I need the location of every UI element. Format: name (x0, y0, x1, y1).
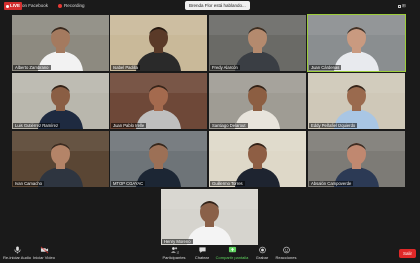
participant-video (161, 189, 258, 245)
record-button[interactable]: Grabar (254, 246, 270, 262)
video-tile-ivan-camacho[interactable]: Ivan Camacho (12, 131, 109, 187)
audio-button[interactable]: Re-iniciar Audio (3, 246, 32, 262)
share-screen-label: Compartir pantalla (215, 255, 249, 260)
video-tile-luis-gutierrez-ramirez[interactable]: Luis Gutiérrez Ramírez (12, 73, 109, 129)
participants-button-label: Participantes (162, 255, 186, 260)
participant-video (12, 131, 109, 187)
chat-button-label: Chatear (194, 255, 210, 260)
video-tile-fredy-alarcon[interactable]: Fredy Alarcón (209, 15, 306, 71)
audio-button-label: Re-iniciar Audio (3, 255, 32, 260)
participant-name: Juan Cárdenas (309, 65, 342, 70)
leave-meeting-button[interactable]: Salir (399, 249, 416, 258)
share-screen-button[interactable]: Compartir pantalla (215, 246, 249, 262)
participant-count: 13 (176, 251, 179, 254)
video-tile-henry-moreno[interactable]: Henry Moreno (161, 189, 258, 245)
participant-video (110, 131, 207, 187)
participant-video (209, 73, 306, 129)
meeting-controls-bar: Re-iniciar Audio Iniciar Video 13 Partic… (0, 245, 420, 263)
participant-video (110, 73, 207, 129)
record-button-label: Grabar (255, 255, 269, 260)
microphone-icon (14, 246, 20, 254)
smiley-reaction-icon (282, 246, 290, 254)
gallery-view-toggle[interactable]: ⊞ (398, 2, 414, 10)
chat-button[interactable]: Chatear (193, 246, 211, 262)
recording-dot-icon (58, 3, 62, 8)
participant-video (12, 15, 109, 71)
video-tile-mtop-cgayac[interactable]: MTOP CGAYAC (110, 131, 207, 187)
participant-video (308, 15, 405, 71)
participant-name: Juan Pablo Irelle (111, 123, 147, 128)
participant-name: Luis Gutiérrez Ramírez (13, 123, 61, 128)
meeting-top-bar: LIVE on Facebook Recording Brenda Flor e… (0, 0, 420, 12)
recording-indicator[interactable]: Recording (58, 3, 85, 8)
video-button[interactable]: Iniciar Video (32, 246, 56, 262)
participant-video (209, 15, 306, 71)
participant-name: MTOP CGAYAC (111, 181, 146, 186)
video-tile-isabel-padilla[interactable]: Isabel Padilla (110, 15, 207, 71)
active-speaker-banner: Brenda Flor está hablando... (185, 1, 250, 10)
participant-name: Eddy Peñafiel Izquierdo (309, 123, 358, 128)
video-tile-alberto-zambrano[interactable]: Alberto Zambrano (12, 15, 109, 71)
participant-name: Absalón Campoverde (309, 181, 354, 186)
video-tile-guillermo-torres[interactable]: Guillermo Torres (209, 131, 306, 187)
reactions-button[interactable]: Reacciones (275, 246, 297, 262)
video-tile-eddy-penafiel-izquierdo[interactable]: Eddy Peñafiel Izquierdo (308, 73, 405, 129)
video-tile-santiago-delarout[interactable]: Santiago Delarout (209, 73, 306, 129)
video-tile-absalon-campoverde[interactable]: Absalón Campoverde (308, 131, 405, 187)
live-badge[interactable]: LIVE (4, 2, 23, 10)
reactions-button-label: Reacciones (275, 255, 297, 260)
video-button-label: Iniciar Video (33, 255, 55, 260)
participant-name: Isabel Padilla (111, 65, 140, 70)
participants-button[interactable]: 13 Participantes (161, 246, 187, 262)
view-label: ⊞ (402, 3, 406, 8)
share-screen-icon (228, 246, 236, 253)
chat-bubble-icon (198, 247, 206, 253)
participant-name: Santiago Delarout (210, 123, 248, 128)
recording-label: Recording (64, 3, 85, 8)
participant-video (209, 131, 306, 187)
participant-name: Ivan Camacho (13, 181, 44, 186)
video-camera-off-icon (40, 246, 48, 254)
live-label: LIVE (10, 3, 21, 8)
video-tile-juan-cardenas[interactable]: Juan Cárdenas (307, 14, 406, 72)
participant-name: Guillermo Torres (210, 181, 245, 186)
participant-name: Henry Moreno (162, 239, 193, 244)
participant-video (308, 73, 405, 129)
live-dot-icon (6, 4, 9, 8)
grid-view-icon (398, 4, 401, 8)
record-icon (258, 246, 266, 254)
facebook-stream-label: on Facebook (22, 3, 49, 8)
participant-video (110, 15, 207, 71)
participant-name: Fredy Alarcón (210, 65, 240, 70)
participant-video (308, 131, 405, 187)
participant-name: Alberto Zambrano (13, 65, 51, 70)
participant-video (12, 73, 109, 129)
participants-icon: 13 (170, 247, 179, 254)
video-tile-juan-pablo-irelle[interactable]: Juan Pablo Irelle (110, 73, 207, 129)
